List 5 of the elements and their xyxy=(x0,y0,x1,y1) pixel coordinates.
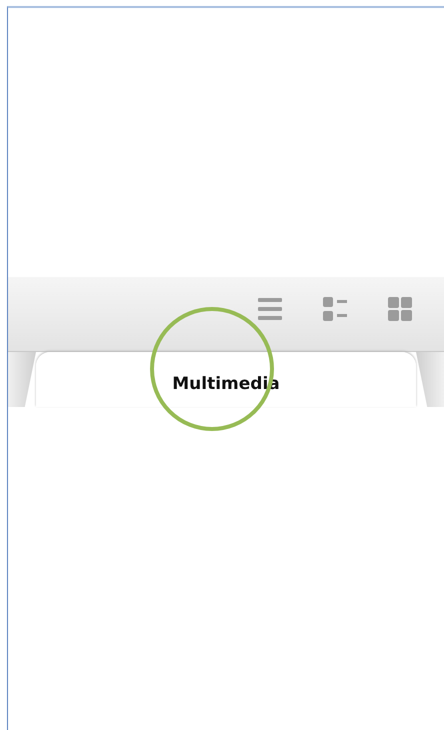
detail-list-view-icon[interactable] xyxy=(321,295,349,323)
list-view-icon[interactable] xyxy=(256,295,284,323)
tab[interactable] xyxy=(8,352,36,407)
tab[interactable] xyxy=(416,352,444,407)
grid-view-icon[interactable] xyxy=(386,295,414,323)
